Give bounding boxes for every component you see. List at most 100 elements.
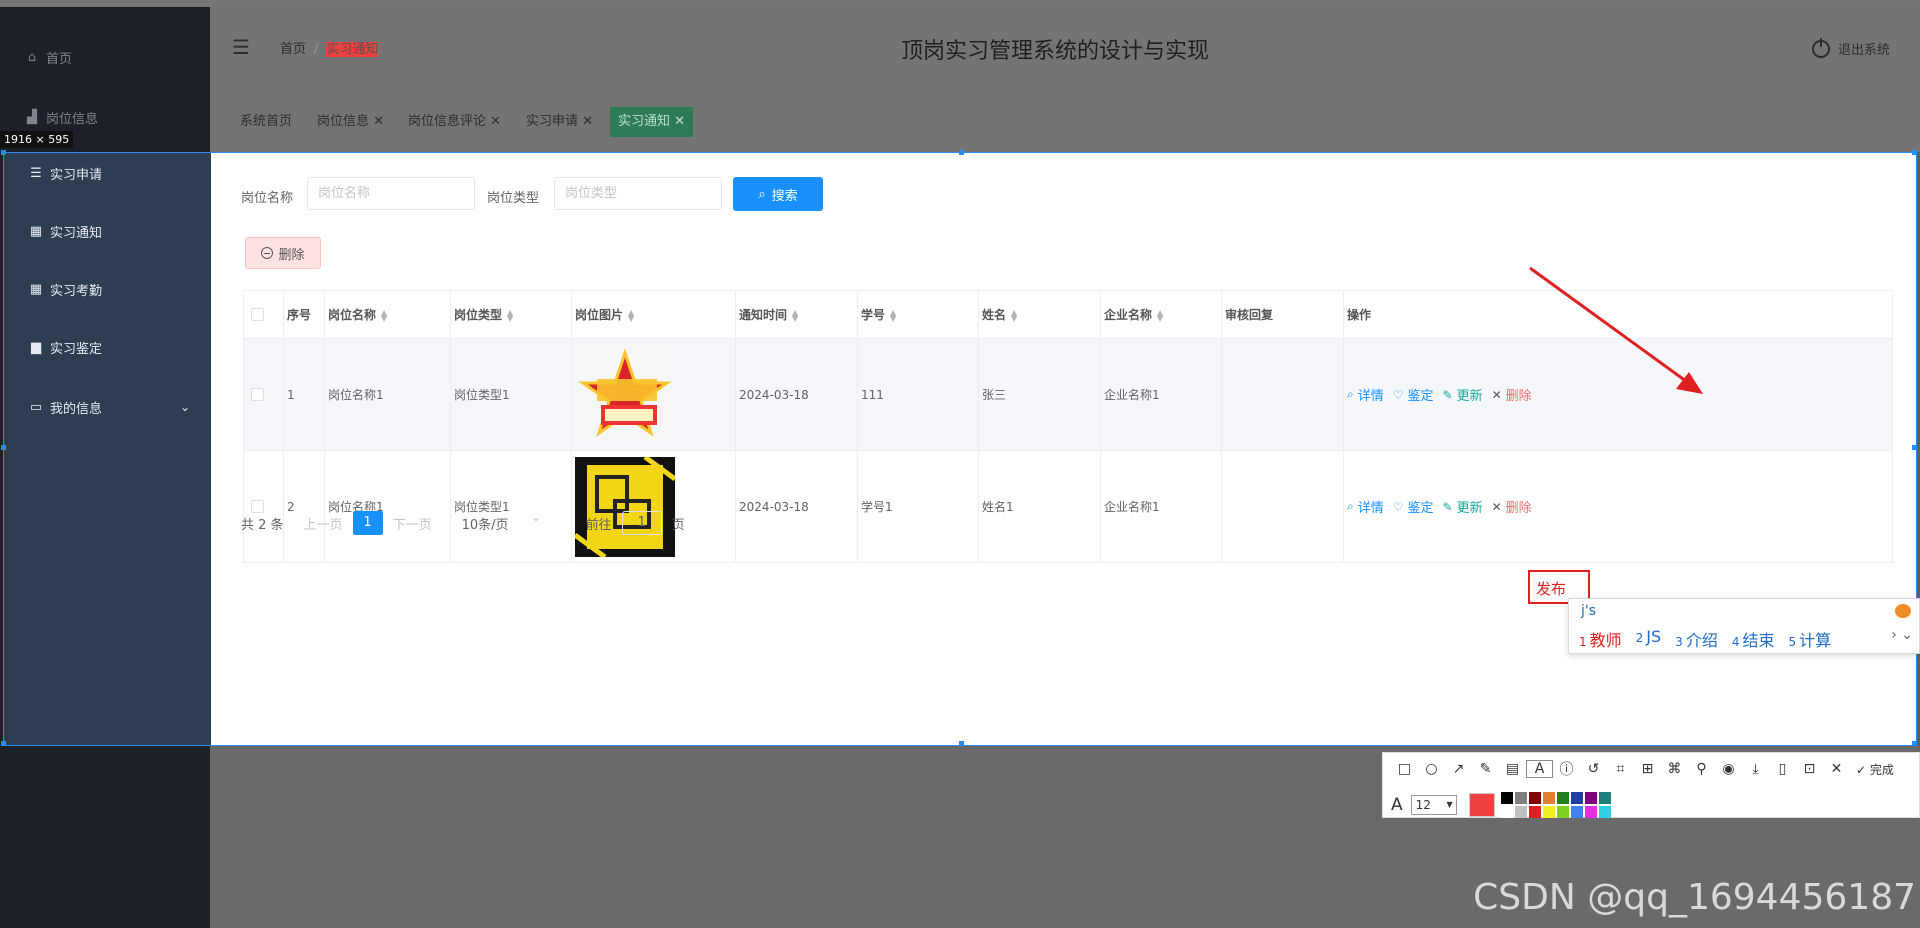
done-button[interactable]: ✓ 完成 [1856,761,1894,778]
update-button[interactable]: ✎ 更新 [1443,497,1483,517]
col-student-name[interactable]: 姓名 ▲ ▼ [978,290,1101,339]
sidebar-item-attendance[interactable]: ▦ 实习考勤 [4,269,214,309]
job-image-thumbnail[interactable] [575,456,675,557]
sort-icon[interactable]: ▲ ▼ [792,308,798,322]
logout-button[interactable]: 退出系统 [1811,37,1890,58]
sort-icon[interactable]: ▲ ▼ [507,308,513,322]
resize-handle[interactable] [1912,445,1917,450]
detail-button[interactable]: ⌕ 详情 [1347,385,1384,404]
prev-page-button[interactable]: 上一页 [304,514,343,533]
color-swatch[interactable] [1528,806,1541,818]
col-company[interactable]: 企业名称 ▲ ▼ [1100,290,1222,339]
close-icon[interactable]: ✕ [1823,761,1850,777]
tab-internship-notice[interactable]: 实习通知 ✕ [610,107,694,137]
sort-icon[interactable]: ▲ ▼ [381,308,387,322]
job-name-input[interactable]: 岗位名称 [307,177,475,210]
ime-candidate[interactable]: 1 教师 [1579,627,1622,651]
resize-handle[interactable] [959,150,964,155]
resize-handle[interactable] [959,741,964,746]
arrow-tool-icon[interactable]: ↗ [1445,761,1472,777]
row-checkbox[interactable] [251,388,264,401]
sidebar-item-internship-apply[interactable]: ☰ 实习申请 [4,153,214,193]
col-job-type[interactable]: 岗位类型 ▲ ▼ [450,290,572,339]
bookmark-icon[interactable]: ⊡ [1796,761,1823,777]
goto-page-input[interactable]: 1 [621,511,662,535]
color-swatch[interactable] [1556,792,1569,804]
sort-icon[interactable]: ▲ ▼ [1011,308,1017,322]
color-swatch[interactable] [1528,792,1541,804]
close-icon[interactable]: ✕ [674,114,685,129]
sidebar-item-internship-notice[interactable]: ▦ 实习通知 [4,211,214,251]
color-swatch[interactable] [1514,792,1527,804]
color-swatch[interactable] [1584,806,1597,818]
download-icon[interactable]: ⤓ [1742,761,1769,777]
close-icon[interactable]: ✕ [373,114,384,129]
number-tool-icon[interactable]: ⓘ [1553,759,1580,779]
tab-home[interactable]: 系统首页 [236,107,296,137]
batch-delete-button[interactable]: 删除 [245,237,321,269]
job-type-input[interactable]: 岗位类型 [554,177,722,210]
ime-next-page-icon[interactable]: › ⌄ [1891,627,1913,643]
col-job-name[interactable]: 岗位名称 ▲ ▼ [324,290,451,339]
undo-icon[interactable]: ↺ [1580,761,1607,777]
sort-icon[interactable]: ▲ ▼ [628,308,634,322]
resize-handle[interactable] [1,445,6,450]
pin-icon[interactable]: ⚲ [1688,761,1715,777]
color-swatch[interactable] [1542,806,1555,818]
tab-internship-apply[interactable]: 实习申请 ✕ [522,107,597,137]
col-notice-time[interactable]: 通知时间 ▲ ▼ [735,290,858,339]
pen-tool-icon[interactable]: ✎ [1472,761,1499,777]
phone-icon[interactable]: ▯ [1769,761,1796,777]
color-swatch[interactable] [1598,806,1611,818]
tab-jobs[interactable]: 岗位信息 ✕ [313,107,388,137]
color-swatch[interactable] [1514,806,1527,818]
select-all-cell[interactable] [243,290,284,339]
ime-candidate[interactable]: 5 计算 [1788,627,1831,651]
color-swatch[interactable] [1500,792,1513,804]
tab-job-comments[interactable]: 岗位信息评论 ✕ [404,107,505,137]
appraise-button[interactable]: ♡ 鉴定 [1393,497,1434,517]
font-size-select[interactable]: 12 [1410,795,1457,815]
color-swatch[interactable] [1500,806,1513,818]
next-page-button[interactable]: 下一页 [393,514,432,533]
update-button[interactable]: ✎ 更新 [1443,385,1483,405]
color-swatch[interactable] [1584,792,1597,804]
color-swatch[interactable] [1542,792,1555,804]
sidebar-item-home[interactable]: ⌂ 首页 [0,37,210,77]
ime-candidate[interactable]: 4 结束 [1732,627,1775,651]
ime-candidate[interactable]: 3 介绍 [1675,627,1718,651]
resize-handle[interactable] [1,150,6,155]
sidebar-item-my-info[interactable]: ▭ 我的信息 ⌄ [4,387,214,427]
resize-handle[interactable] [1912,150,1917,155]
text-tool-icon[interactable]: A [1526,760,1553,778]
col-job-image[interactable]: 岗位图片 ▲ ▼ [571,290,736,339]
resize-handle[interactable] [1912,741,1917,746]
capture-region[interactable]: ☰ 实习申请 ▦ 实习通知 ▦ 实习考勤 ▆ 实习鉴定 ▭ 我的信息 ⌄ 岗位名… [1,150,1917,746]
col-student-no[interactable]: 学号 ▲ ▼ [857,290,979,339]
page-size-select[interactable]: 10条/页 [462,510,546,533]
rectangle-tool-icon[interactable]: □ [1391,761,1418,777]
color-swatch[interactable] [1570,806,1583,818]
record-icon[interactable]: ◉ [1715,761,1742,777]
current-color-swatch[interactable] [1468,793,1495,817]
select-all-checkbox[interactable] [251,308,264,321]
ime-candidate[interactable]: 2 JS [1636,627,1662,651]
ocr-icon[interactable]: ⌘ [1661,761,1688,777]
row-select-cell[interactable] [243,450,284,563]
color-swatch[interactable] [1598,792,1611,804]
mosaic-tool-icon[interactable]: ▤ [1499,761,1526,777]
scan-icon[interactable]: ⌗ [1607,761,1634,777]
resize-handle[interactable] [1,741,6,746]
color-swatch[interactable] [1556,806,1569,818]
search-button[interactable]: ⌕ 搜索 [733,177,823,211]
detail-button[interactable]: ⌕ 详情 [1347,497,1384,516]
page-number-current[interactable]: 1 [352,511,383,535]
ellipse-tool-icon[interactable]: ○ [1418,761,1445,777]
delete-button[interactable]: ✕ 删除 [1492,385,1532,405]
close-icon[interactable]: ✕ [582,114,593,129]
sort-icon[interactable]: ▲ ▼ [1157,308,1163,322]
color-swatch[interactable] [1570,792,1583,804]
row-select-cell[interactable] [243,338,284,451]
sidebar-item-appraisal[interactable]: ▆ 实习鉴定 [4,327,214,367]
appraise-button[interactable]: ♡ 鉴定 [1393,385,1434,405]
